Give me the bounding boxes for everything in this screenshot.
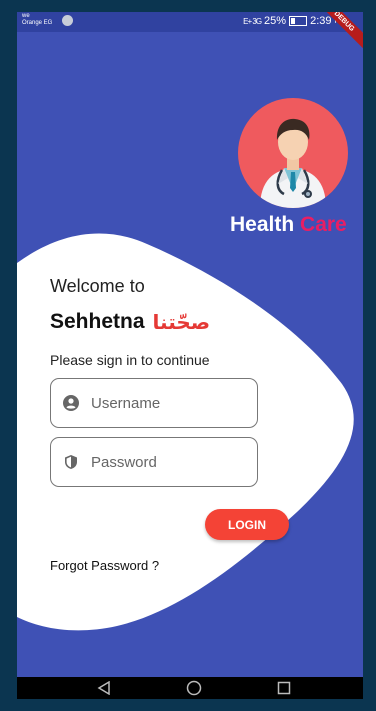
username-input[interactable] xyxy=(91,394,231,412)
signin-subtitle: Please sign in to continue xyxy=(50,352,210,368)
brand-part-care: Care xyxy=(300,213,347,236)
brand-title: Health Care xyxy=(230,213,347,237)
brand-part-health: Health xyxy=(230,213,295,236)
username-field[interactable] xyxy=(50,378,258,428)
shield-icon xyxy=(63,454,79,470)
login-button[interactable]: LOGIN xyxy=(205,509,289,540)
app-name: Sehhetna صحّتنا xyxy=(50,310,210,334)
doctor-avatar-icon xyxy=(238,98,348,208)
home-icon[interactable] xyxy=(185,680,203,696)
back-icon[interactable] xyxy=(95,680,113,696)
phone-screen: we Orange EG E+ 3G 25% 2:39 PM DEBUG xyxy=(17,12,363,699)
app-name-latin: Sehhetna xyxy=(50,310,145,333)
recents-icon[interactable] xyxy=(275,680,293,696)
app-name-arabic: صحّتنا xyxy=(152,310,211,334)
password-input[interactable] xyxy=(91,453,231,471)
forgot-password-link[interactable]: Forgot Password ? xyxy=(50,558,159,573)
account-circle-icon xyxy=(63,395,79,411)
system-nav-bar xyxy=(17,677,363,699)
welcome-text: Welcome to xyxy=(50,276,145,296)
password-field[interactable] xyxy=(50,437,258,487)
